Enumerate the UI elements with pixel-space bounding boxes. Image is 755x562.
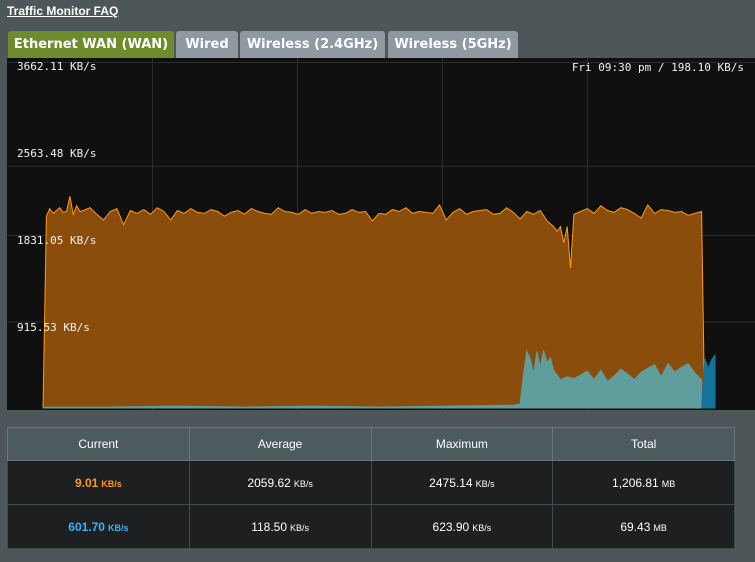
stats-row-tx: 601.70 KB/s 118.50 KB/s 623.90 KB/s 69.43 MB <box>7 504 735 549</box>
tx-current: 601.70 KB/s <box>7 504 190 549</box>
chart-hover-readout: Fri 09:30 pm / 198.10 KB/s <box>571 61 744 74</box>
tx-total-value: 69.43 <box>620 519 651 534</box>
tx-total: 69.43 MB <box>552 504 735 549</box>
rx-total-unit: MB <box>661 478 676 489</box>
header-current: Current <box>7 427 190 461</box>
y-axis-label-3: 2563.48 KB/s <box>17 147 97 160</box>
tab-ethernet-wan[interactable]: Ethernet WAN (WAN) <box>8 31 174 58</box>
tab-wired[interactable]: Wired <box>176 31 238 58</box>
tab-wireless-2-4ghz[interactable]: Wireless (2.4GHz) <box>240 31 385 58</box>
rx-maximum-unit: KB/s <box>475 478 495 489</box>
traffic-chart[interactable]: 3662.11 KB/s 2563.48 KB/s 1831.05 KB/s 9… <box>7 58 755 410</box>
tx-average-unit: KB/s <box>290 522 310 533</box>
rx-average-value: 2059.62 <box>247 475 291 490</box>
rx-traffic-area <box>42 196 706 409</box>
tx-maximum-value: 623.90 <box>432 519 470 534</box>
rx-maximum-value: 2475.14 <box>429 475 473 490</box>
rx-average: 2059.62 KB/s <box>188 460 372 505</box>
tx-maximum-unit: KB/s <box>472 522 492 533</box>
traffic-monitor-faq-link[interactable]: Traffic Monitor FAQ <box>7 4 118 18</box>
tab-wireless-5ghz[interactable]: Wireless (5GHz) <box>388 31 518 58</box>
stats-row-rx: 9.01 KB/s 2059.62 KB/s 2475.14 KB/s 1,206.8… <box>7 460 735 505</box>
rx-current-value: 9.01 <box>74 475 99 490</box>
traffic-stats-table: Current Average Maximum Total 9.01 KB/s 2… <box>7 427 735 549</box>
y-axis-label-1: 915.53 KB/s <box>17 321 90 334</box>
header-average: Average <box>188 427 372 461</box>
rx-average-unit: KB/s <box>293 478 313 489</box>
tx-current-unit: KB/s <box>107 522 129 533</box>
traffic-chart-plot <box>7 58 755 410</box>
tx-average: 118.50 KB/s <box>188 504 372 549</box>
tx-total-unit: MB <box>653 522 667 533</box>
rx-current: 9.01 KB/s <box>7 460 190 505</box>
header-total: Total <box>552 427 735 461</box>
rx-total-value: 1,206.81 <box>612 475 659 490</box>
rx-total: 1,206.81 MB <box>552 460 735 505</box>
y-axis-label-max: 3662.11 KB/s <box>17 60 97 73</box>
rx-current-unit: KB/s <box>101 478 122 489</box>
tx-average-value: 118.50 <box>251 519 288 534</box>
chart-areas <box>42 196 716 409</box>
stats-header-row: Current Average Maximum Total <box>7 427 735 461</box>
tx-maximum: 623.90 KB/s <box>370 504 554 549</box>
rx-maximum: 2475.14 KB/s <box>370 460 554 505</box>
y-axis-label-2: 1831.05 KB/s <box>17 234 97 247</box>
header-maximum: Maximum <box>370 427 554 461</box>
tx-current-value: 601.70 <box>68 519 105 534</box>
